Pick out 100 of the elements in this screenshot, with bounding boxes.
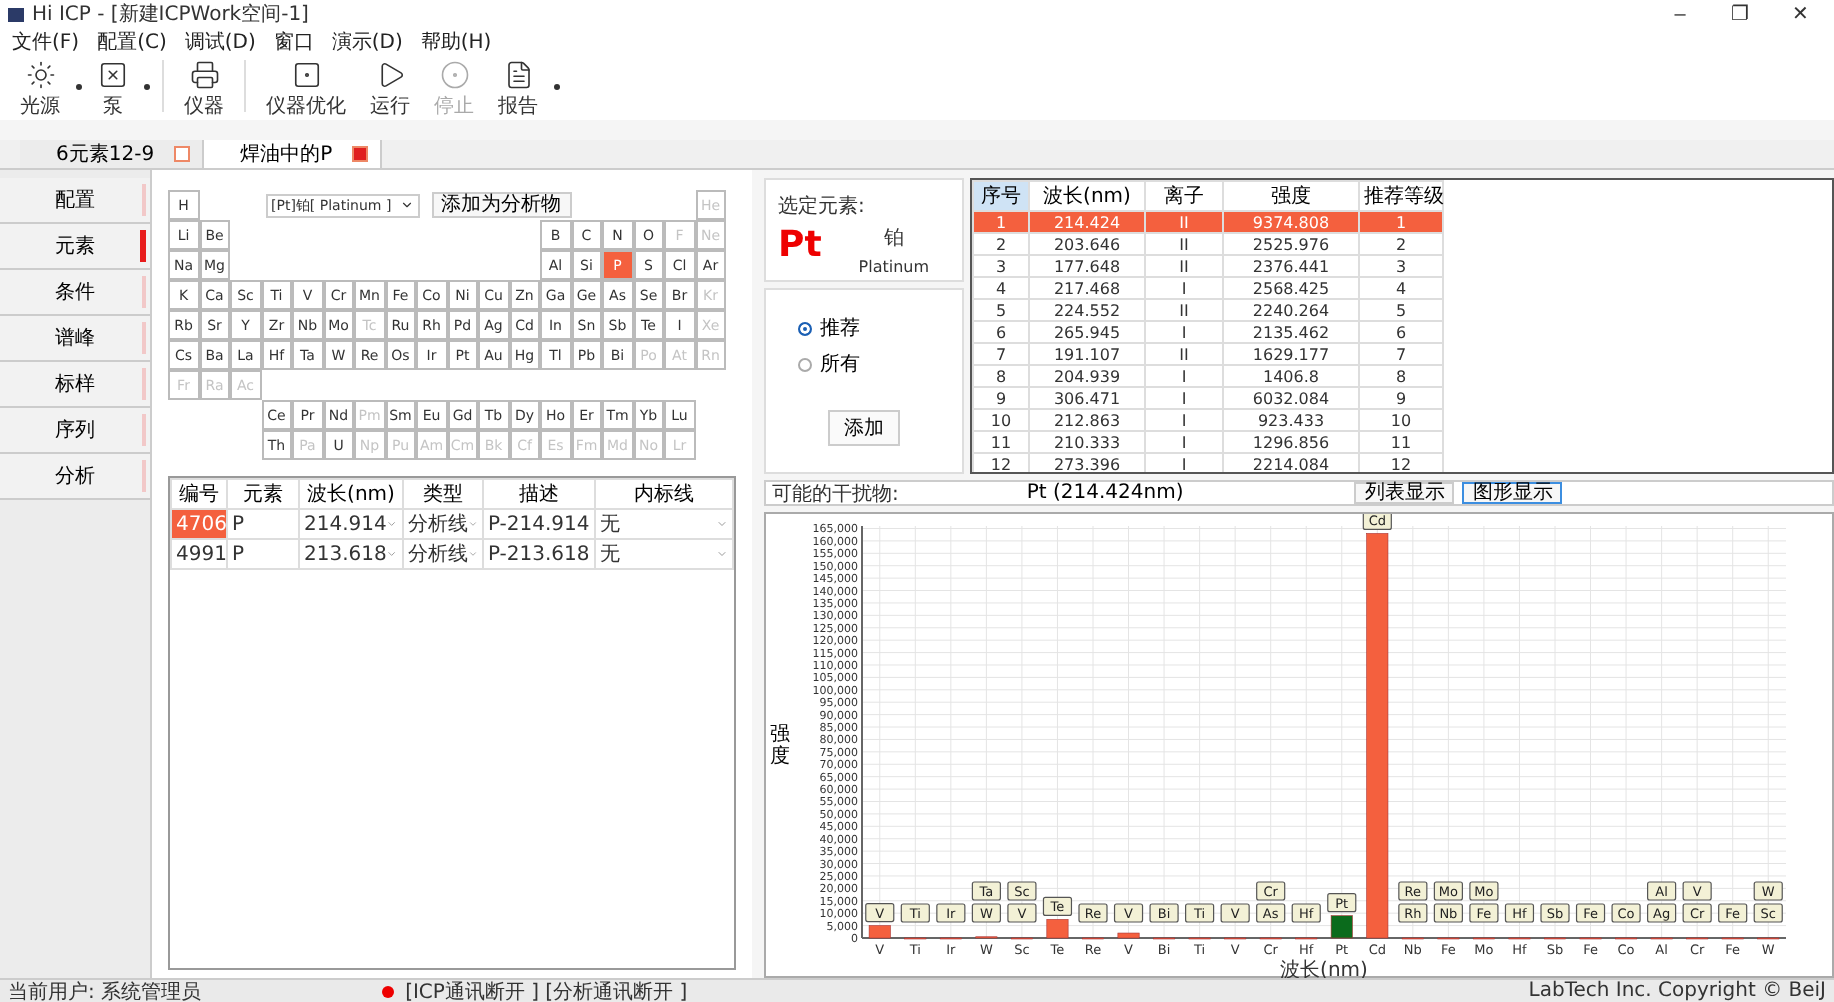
menu-item[interactable]: 文件(F) <box>12 28 80 56</box>
printer-icon <box>189 60 219 90</box>
connection-status-text: [ICP通讯断开 ] [分析通讯断开 ] <box>405 979 690 1002</box>
toolbar-button[interactable]: 光源 <box>12 60 68 120</box>
toolbar-button[interactable]: 泵 <box>90 60 136 120</box>
element-name: Platinum <box>858 258 930 276</box>
dropdown-cell[interactable]: 214.914 <box>299 509 403 539</box>
table-cell: P <box>227 539 299 569</box>
radio-label: 所有 <box>820 351 860 378</box>
toolbar-button[interactable]: 运行 <box>362 60 418 120</box>
chevron-down-icon <box>716 548 728 560</box>
element-symbol: Pt <box>778 224 822 270</box>
dropdown-cell[interactable]: P-214.914 <box>483 509 595 539</box>
column-header[interactable]: 离子 <box>1145 181 1223 211</box>
y-axis-title: 强度 <box>770 723 790 767</box>
table-cell: 2 <box>973 233 1029 255</box>
table-cell: 923.433 <box>1223 409 1359 431</box>
element-name: 铂 <box>883 226 904 252</box>
nav-item[interactable]: 谱峰 <box>0 316 150 362</box>
column-header[interactable]: 推荐等级 <box>1359 181 1443 211</box>
dropdown-cell[interactable]: 分析线 <box>403 539 483 569</box>
copyright-text: LabTech Inc. Copyright © BeiJ <box>1528 980 1826 1002</box>
menu-item[interactable]: 配置(C) <box>97 28 167 56</box>
menu-item[interactable]: 调试(D) <box>184 28 256 56</box>
dropdown-cell[interactable]: 无 <box>595 539 733 569</box>
table-cell: 4991 <box>171 539 227 569</box>
chevron-down-icon <box>386 548 398 560</box>
sun-icon <box>25 60 55 90</box>
table-cell: 10 <box>973 409 1029 431</box>
menu-item[interactable]: 帮助(H) <box>420 28 492 56</box>
square-x-icon <box>98 60 128 90</box>
window-control-button[interactable]: – <box>1654 3 1706 25</box>
column-header[interactable]: 波长(nm) <box>1029 181 1145 211</box>
radio-icon[interactable] <box>798 357 812 371</box>
column-header: 波长(nm) <box>299 479 403 509</box>
table-cell: 2376.441 <box>1223 255 1359 277</box>
chevron-down-icon <box>399 198 413 212</box>
column-header: 内标线 <box>595 479 733 509</box>
view-toggle-button[interactable]: 图形显示 <box>1462 482 1563 504</box>
radio-icon[interactable] <box>798 321 812 335</box>
toolbar-button[interactable]: 仪器优化 <box>258 60 354 120</box>
window-control-button[interactable]: ❐ <box>1714 2 1766 26</box>
view-toggle-button[interactable]: 列表显示 <box>1354 482 1455 504</box>
table-cell: 3 <box>973 255 1029 277</box>
add-analyte-button[interactable]: 添加为分析物 <box>431 192 571 218</box>
interference-field[interactable]: Pt (214.424nm) <box>1026 481 1347 505</box>
close-icon[interactable] <box>352 146 369 162</box>
radio-option[interactable]: 推荐 <box>798 314 930 342</box>
column-header: 元素 <box>227 479 299 509</box>
toolbar-button[interactable]: 仪器 <box>176 60 232 120</box>
chevron-down-icon <box>468 518 478 530</box>
nav-item[interactable]: 条件 <box>0 270 150 316</box>
window-title: Hi ICP - [新建ICPWork空间-1] <box>32 1 311 28</box>
document-tab[interactable]: 焊油中的P <box>204 140 383 168</box>
table-cell: 7 <box>973 343 1029 365</box>
column-header: 编号 <box>171 479 227 509</box>
add-button[interactable]: 添加 <box>828 410 900 446</box>
bar <box>1330 915 1353 939</box>
nav-item[interactable]: 标样 <box>0 362 150 408</box>
nav-item[interactable]: 配置 <box>0 178 150 224</box>
circle-dot-icon <box>439 60 469 90</box>
chevron-down-icon <box>716 518 728 530</box>
x-axis-title: 波长(nm) <box>1280 960 1368 982</box>
card-label: 选定元素: <box>778 193 867 220</box>
current-user-text: 当前用户: 系统管理员 <box>8 979 202 1002</box>
column-header[interactable]: 序号 <box>973 181 1029 211</box>
table-cell: 9 <box>973 387 1029 409</box>
window-control-button[interactable]: ✕ <box>1774 2 1826 26</box>
radio-option[interactable]: 所有 <box>798 350 930 378</box>
caret-icon[interactable] <box>76 84 82 90</box>
table-cell: 8 <box>973 365 1029 387</box>
table-cell: 6 <box>973 321 1029 343</box>
interference-label: 可能的干扰物: <box>772 481 899 507</box>
bar <box>1046 919 1069 939</box>
menu-item[interactable]: 窗口 <box>273 28 314 56</box>
radio-label: 推荐 <box>820 315 860 342</box>
caret-icon[interactable] <box>144 84 150 90</box>
dropdown-cell[interactable]: 分析线 <box>403 509 483 539</box>
dropdown-cell[interactable]: 213.618 <box>299 539 403 569</box>
toolbar-button[interactable]: 报告 <box>490 60 546 120</box>
bar <box>1117 932 1140 939</box>
dropdown-cell[interactable]: P-213.618 <box>483 539 595 569</box>
table-cell: 11 <box>973 431 1029 453</box>
menu-item[interactable]: 演示(D) <box>331 28 403 56</box>
table-cell: P <box>227 509 299 539</box>
caret-icon[interactable] <box>554 84 560 90</box>
play-icon <box>375 60 405 90</box>
nav-item[interactable]: 元素 <box>0 224 150 270</box>
table-cell: 1406.8 <box>1223 365 1359 387</box>
table-cell: 4 <box>973 277 1029 299</box>
table-cell: 5 <box>973 299 1029 321</box>
column-header: 描述 <box>483 479 595 509</box>
nav-item[interactable]: 序列 <box>0 408 150 454</box>
table-cell: 1296.856 <box>1223 431 1359 453</box>
document-tab[interactable]: 6元素12-9 <box>20 140 205 168</box>
table-cell: 1629.177 <box>1223 343 1359 365</box>
nav-item[interactable]: 分析 <box>0 454 150 500</box>
app-logo-icon <box>8 7 24 21</box>
dropdown-cell[interactable]: 无 <box>595 509 733 539</box>
column-header[interactable]: 强度 <box>1223 181 1359 211</box>
